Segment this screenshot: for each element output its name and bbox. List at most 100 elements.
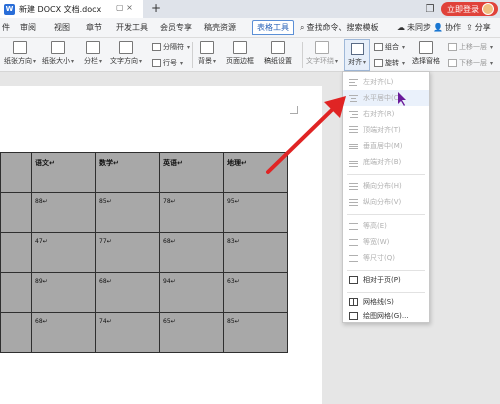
document-tab[interactable]: W 新建 DOCX 文档.docx ▢ ×: [0, 0, 143, 18]
menu-item-label: 等高(E): [363, 222, 387, 230]
menu-item-align-middle[interactable]: 垂直居中(M): [343, 138, 429, 154]
menu-item-align-top[interactable]: 顶端对齐(T): [343, 122, 429, 138]
table-cell[interactable]: [0, 272, 32, 313]
table-cell[interactable]: 68↵: [31, 312, 96, 353]
menu-file[interactable]: 件: [2, 22, 10, 33]
page-border-label: 页面边框: [226, 57, 254, 65]
menu-item-align-left[interactable]: 左对齐(L): [343, 74, 429, 90]
send-backward-button[interactable]: 下移一层 ▾: [448, 58, 493, 68]
menu-item-relative-to-page[interactable]: 相对于页(P): [343, 272, 429, 288]
menu-item-distribute-vertical[interactable]: 纵向分布(V): [343, 194, 429, 210]
menu-divider: [347, 292, 425, 293]
menu-item-align-center[interactable]: 水平居中(C): [343, 90, 429, 106]
tab-close-icon[interactable]: ▢ ×: [116, 3, 133, 12]
menu-item-equal-size[interactable]: 等尺寸(Q): [343, 250, 429, 266]
table-cell[interactable]: 85↵: [223, 312, 288, 353]
table-cell[interactable]: 83↵: [223, 232, 288, 273]
table-header-row: 语文↵ 数学↵ 英语↵ 地理↵: [0, 152, 288, 193]
align-left-icon: [349, 78, 358, 86]
table-cell[interactable]: 68↵: [159, 232, 224, 273]
table-cell[interactable]: [0, 232, 32, 273]
table-cell[interactable]: 77↵: [95, 232, 160, 273]
table-cell[interactable]: [0, 152, 32, 193]
share-button[interactable]: ⇪ 分享: [466, 22, 491, 33]
menu-item-distribute-horizontal[interactable]: 横向分布(H): [343, 178, 429, 194]
table-cell[interactable]: 88↵: [31, 192, 96, 233]
columns-button[interactable]: 分栏▾: [84, 41, 102, 66]
menu-item-label: 网格线(S): [363, 298, 394, 306]
table-cell[interactable]: [0, 192, 32, 233]
page-border-button[interactable]: 页面边框: [226, 41, 254, 66]
draft-setting-label: 稿纸设置: [264, 57, 292, 65]
relative-page-icon: [349, 276, 358, 284]
table-cell[interactable]: 68↵: [95, 272, 160, 313]
login-button[interactable]: 立即登录: [441, 2, 498, 16]
text-wrap-label: 文字环绕: [306, 57, 334, 65]
table-header-cell[interactable]: 英语↵: [159, 152, 224, 193]
command-search[interactable]: ⌕ 查找命令、搜索模板: [300, 22, 378, 33]
menu-item-label: 顶端对齐(T): [363, 126, 401, 134]
table-cell[interactable]: 85↵: [95, 192, 160, 233]
new-tab-button[interactable]: +: [151, 0, 161, 17]
table-cell[interactable]: 74↵: [95, 312, 160, 353]
table-header-cell[interactable]: 地理↵: [223, 152, 288, 193]
table-cell[interactable]: 63↵: [223, 272, 288, 313]
text-wrap-button[interactable]: 文字环绕▾: [306, 41, 338, 66]
search-icon: ⌕: [300, 22, 305, 32]
table-cell[interactable]: 78↵: [159, 192, 224, 233]
table-header-cell[interactable]: 数学↵: [95, 152, 160, 193]
menu-item-label: 等宽(W): [363, 238, 390, 246]
text-direction-button[interactable]: 文字方向▾: [110, 41, 142, 66]
rotate-button[interactable]: 旋转 ▾: [374, 58, 405, 68]
draft-setting-button[interactable]: 稿纸设置: [264, 41, 292, 66]
table-cell[interactable]: [0, 312, 32, 353]
menu-item-label: 相对于页(P): [363, 276, 401, 284]
table-cell[interactable]: 65↵: [159, 312, 224, 353]
bring-forward-button[interactable]: 上移一层 ▾: [448, 42, 493, 52]
table-cell[interactable]: 94↵: [159, 272, 224, 313]
menu-item-label: 绘图网格(G)...: [363, 312, 409, 320]
score-table[interactable]: 语文↵ 数学↵ 英语↵ 地理↵ 88↵ 85↵ 78↵ 95↵ 47↵ 77↵ …: [0, 152, 288, 353]
table-row: 88↵ 85↵ 78↵ 95↵: [0, 192, 288, 233]
document-page[interactable]: 语文↵ 数学↵ 英语↵ 地理↵ 88↵ 85↵ 78↵ 95↵ 47↵ 77↵ …: [0, 86, 322, 404]
paper-direction-button[interactable]: 纸张方向▾: [4, 41, 36, 66]
group-label: 组合: [385, 43, 399, 51]
align-top-icon: [349, 126, 358, 134]
menu-item-equal-height[interactable]: 等高(E): [343, 218, 429, 234]
menu-resources[interactable]: 稿壳资源: [204, 22, 236, 33]
select-pane-button[interactable]: 选择窗格: [412, 41, 440, 66]
menu-item-equal-width[interactable]: 等宽(W): [343, 234, 429, 250]
tab-table-tools[interactable]: 表格工具: [252, 20, 294, 35]
menu-divider: [347, 174, 425, 175]
sync-button[interactable]: ☁ 未同步: [397, 22, 431, 33]
menu-item-align-bottom[interactable]: 底端对齐(B): [343, 154, 429, 170]
menu-dev-tools[interactable]: 开发工具: [116, 22, 148, 33]
menu-chapter[interactable]: 章节: [86, 22, 102, 33]
line-number-icon: [152, 59, 161, 67]
align-button[interactable]: 对齐▾: [344, 39, 370, 71]
line-number-button[interactable]: 行号 ▾: [152, 58, 183, 68]
background-button[interactable]: 背景▾: [198, 41, 216, 66]
table-cell[interactable]: 47↵: [31, 232, 96, 273]
menu-vip[interactable]: 会员专享: [160, 22, 192, 33]
group-icon: [374, 43, 383, 51]
menu-item-align-right[interactable]: 右对齐(R): [343, 106, 429, 122]
paper-size-button[interactable]: 纸张大小▾: [42, 41, 74, 66]
table-cell[interactable]: 95↵: [223, 192, 288, 233]
table-header-cell[interactable]: 语文↵: [31, 152, 96, 193]
avatar: [482, 3, 494, 15]
separator-button[interactable]: 分隔符 ▾: [152, 42, 190, 52]
menu-view[interactable]: 视图: [54, 22, 70, 33]
text-direction-label: 文字方向: [110, 57, 138, 65]
table-cell[interactable]: 89↵: [31, 272, 96, 313]
collab-button[interactable]: 👤 协作: [433, 22, 461, 33]
command-search-label: 查找命令、搜索模板: [306, 23, 379, 32]
text-direction-icon: [119, 41, 133, 54]
group-button[interactable]: 组合 ▾: [374, 42, 405, 52]
window-restore-icon[interactable]: ❐: [419, 0, 441, 18]
menu-item-drawing-grid[interactable]: 绘图网格(G)...: [343, 308, 429, 324]
menu-bar: 件 审阅 视图 章节 开发工具 会员专享 稿壳资源 表格工具 ⌕ 查找命令、搜索…: [0, 18, 500, 38]
ribbon-divider-2: [302, 42, 303, 68]
align-bottom-icon: [349, 158, 358, 167]
menu-review[interactable]: 审阅: [20, 22, 36, 33]
